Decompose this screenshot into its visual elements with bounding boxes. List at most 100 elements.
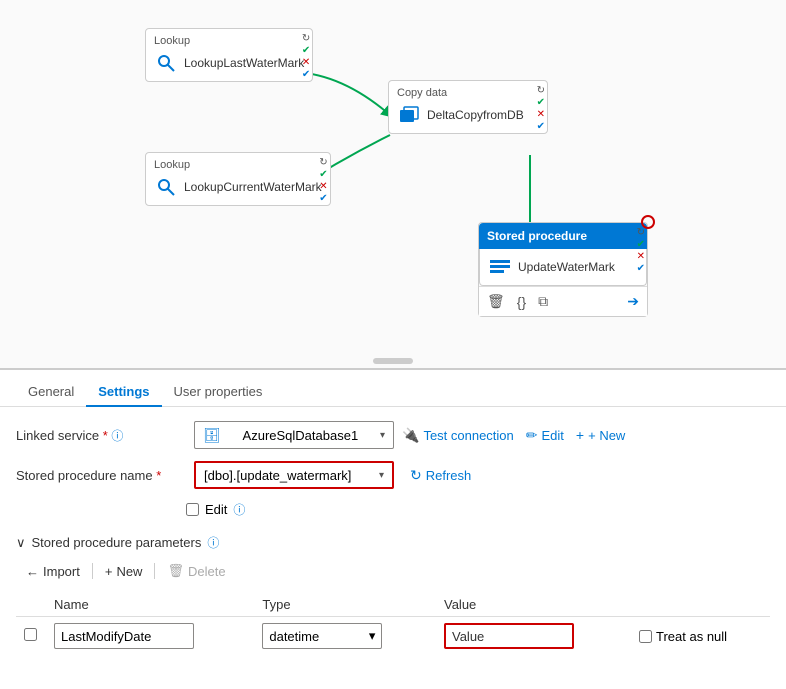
- new-param-button[interactable]: + New: [95, 560, 153, 583]
- params-header: ∨ Stored procedure parameters ⓘ: [16, 534, 770, 551]
- refresh-button[interactable]: ↻ Refresh: [410, 467, 471, 484]
- linked-service-info-icon[interactable]: ⓘ: [111, 429, 123, 443]
- lookup1-refresh-icon: ↻: [302, 33, 310, 44]
- tab-user-properties[interactable]: User properties: [162, 378, 275, 407]
- storedproc-copy-icon[interactable]: ⧉: [538, 293, 548, 310]
- stored-procedure-select[interactable]: [dbo].[update_watermark] ▾: [194, 461, 394, 489]
- copydata-label: DeltaCopyfromDB: [427, 108, 539, 122]
- linked-service-select[interactable]: 🗄 AzureSqlDatabase1 ▾: [194, 421, 394, 449]
- lookup1-icon: [154, 51, 178, 75]
- sp-required: *: [156, 468, 161, 483]
- delete-param-button[interactable]: 🗑 Delete: [157, 559, 235, 583]
- params-table-head: Name Type Value: [16, 593, 770, 617]
- storedproc-arrow-icon[interactable]: ➔: [627, 293, 639, 310]
- pencil-icon: ✏: [526, 427, 538, 444]
- edit-info-icon[interactable]: ⓘ: [233, 501, 245, 518]
- row-name-cell: [46, 617, 254, 656]
- edit-checkbox-label: Edit: [205, 502, 227, 517]
- storedproc-refresh-icon: ↻: [637, 227, 645, 238]
- divider-handle: [373, 358, 413, 364]
- new-linked-service-button[interactable]: + + New: [576, 427, 625, 443]
- storedproc-label: UpdateWaterMark: [518, 260, 638, 274]
- row-type-cell: datetime ▾: [254, 617, 436, 656]
- row-value-cell: [436, 617, 631, 656]
- database-icon: 🗄: [203, 427, 221, 444]
- params-table: Name Type Value datetime: [16, 593, 770, 655]
- params-section: ∨ Stored procedure parameters ⓘ ← Import…: [0, 528, 786, 655]
- edit-checkbox-row: Edit ⓘ: [16, 501, 770, 518]
- import-arrow-icon: ←: [26, 564, 39, 579]
- treat-null-container: Treat as null: [639, 629, 762, 644]
- storedproc-toolbar: 🗑 {} ⧉ ➔: [479, 286, 647, 316]
- plug-icon: 🔌: [402, 427, 419, 444]
- col-value: Value: [436, 593, 631, 617]
- chevron-down-icon: ▾: [380, 430, 385, 441]
- lookup1-info-icon: ✔: [302, 69, 310, 80]
- storedproc-check2-icon: ✔: [637, 263, 645, 274]
- test-connection-button[interactable]: 🔌 Test connection: [402, 427, 514, 444]
- lookup1-node[interactable]: Lookup LookupLastWaterMark ↻ ✔ ✕ ✔: [145, 28, 313, 82]
- copydata-check-icon: ✔: [537, 97, 545, 108]
- row-checkbox-cell: [16, 617, 46, 656]
- lookup1-header: Lookup: [154, 35, 304, 47]
- treat-null-label: Treat as null: [656, 629, 727, 644]
- lookup1-close-icon: ✕: [302, 57, 310, 68]
- edit-checkbox[interactable]: [186, 503, 199, 516]
- form-area: Linked service * ⓘ 🗄 AzureSqlDatabase1 ▾…: [0, 407, 786, 518]
- storedproc-check-icon: ✔: [637, 239, 645, 250]
- col-name: Name: [46, 593, 254, 617]
- copydata-info-icon: ✔: [537, 121, 545, 132]
- import-button[interactable]: ← Import: [16, 560, 90, 583]
- plus-icon: +: [576, 427, 584, 443]
- bottom-panel: General Settings User properties Linked …: [0, 370, 786, 655]
- lookup2-close-icon: ✕: [319, 181, 327, 192]
- delete-trash-icon: 🗑: [167, 563, 184, 579]
- storedproc-body: UpdateWaterMark ↻ ✔ ✕ ✔: [479, 249, 647, 286]
- params-info-icon[interactable]: ⓘ: [207, 534, 219, 551]
- storedproc-header: Stored procedure: [479, 223, 647, 249]
- tab-general[interactable]: General: [16, 378, 86, 407]
- lookup2-icon: [154, 175, 178, 199]
- sp-value: [dbo].[update_watermark]: [204, 468, 351, 483]
- edit-linked-service-button[interactable]: ✏ Edit: [526, 427, 564, 444]
- copydata-close-icon: ✕: [537, 109, 545, 120]
- storedproc-delete-icon[interactable]: 🗑: [487, 293, 505, 310]
- tab-settings[interactable]: Settings: [86, 378, 161, 407]
- row-value-input[interactable]: [444, 623, 574, 649]
- params-chevron-icon: ∨: [16, 535, 26, 551]
- canvas-arrows: [0, 0, 786, 368]
- linked-service-row: Linked service * ⓘ 🗄 AzureSqlDatabase1 ▾…: [16, 421, 770, 449]
- params-toolbar: ← Import + New 🗑 Delete: [16, 559, 770, 583]
- linked-service-required: *: [103, 428, 108, 443]
- copydata-header: Copy data: [397, 87, 539, 99]
- lookup2-refresh-icon: ↻: [319, 157, 327, 168]
- params-table-body: datetime ▾ Treat as null: [16, 617, 770, 656]
- row-name-input[interactable]: [54, 623, 194, 649]
- storedproc-node[interactable]: Stored procedure UpdateWaterMark ↻ ✔ ✕ ✔…: [478, 222, 648, 317]
- lookup1-label: LookupLastWaterMark: [184, 56, 304, 70]
- row-treat-null-cell: Treat as null: [631, 617, 770, 656]
- row-checkbox[interactable]: [24, 628, 37, 641]
- table-row: datetime ▾ Treat as null: [16, 617, 770, 656]
- col-check: [16, 593, 46, 617]
- storedproc-icon: [488, 255, 512, 279]
- toolbar-separator-1: [92, 563, 93, 579]
- linked-service-label: Linked service * ⓘ: [16, 427, 186, 444]
- linked-service-value: AzureSqlDatabase1: [243, 428, 359, 443]
- col-type: Type: [254, 593, 436, 617]
- storedproc-code-icon[interactable]: {}: [517, 294, 526, 310]
- copydata-node[interactable]: Copy data DeltaCopyfromDB ↻ ✔ ✕ ✔: [388, 80, 548, 134]
- row-type-select[interactable]: datetime ▾: [262, 623, 382, 649]
- treat-null-checkbox[interactable]: [639, 630, 652, 643]
- linked-service-actions: 🔌 Test connection ✏ Edit + + New: [402, 427, 770, 444]
- lookup2-node[interactable]: Lookup LookupCurrentWaterMark ↻ ✔ ✕ ✔: [145, 152, 331, 206]
- lookup2-check-icon: ✔: [319, 169, 327, 180]
- copydata-refresh-icon: ↻: [537, 85, 545, 96]
- stored-procedure-label: Stored procedure name *: [16, 468, 186, 483]
- lookup2-info-icon: ✔: [319, 193, 327, 204]
- refresh-icon: ↻: [410, 467, 422, 484]
- toolbar-separator-2: [154, 563, 155, 579]
- new-plus-icon: +: [105, 564, 113, 579]
- lookup1-check-icon: ✔: [302, 45, 310, 56]
- row-type-value: datetime: [269, 629, 319, 644]
